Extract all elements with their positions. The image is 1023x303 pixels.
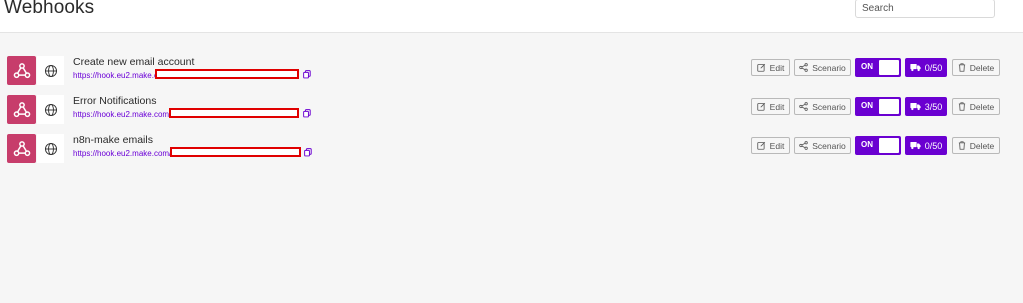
search-input[interactable] <box>855 0 995 18</box>
copy-icon[interactable] <box>303 70 311 79</box>
scenario-label: Scenario <box>812 62 846 73</box>
webhook-url[interactable]: https://hook.eu2.make.com/ <box>73 149 171 158</box>
webhook-row: Error Notifications https://hook.eu2.mak… <box>0 95 1023 125</box>
toggle-label: ON <box>861 101 873 110</box>
page-header: Webhooks <box>0 0 1023 33</box>
webhook-icon <box>7 134 36 163</box>
toggle-knob <box>879 60 899 75</box>
webhook-row: Create new email account https://hook.eu… <box>0 56 1023 86</box>
on-off-toggle[interactable]: ON <box>855 58 901 77</box>
operations-count: 0/50 <box>924 62 943 73</box>
toggle-knob <box>879 138 899 153</box>
trash-icon <box>958 102 965 111</box>
edit-button[interactable]: Edit <box>751 59 790 76</box>
copy-icon[interactable] <box>304 148 312 157</box>
copy-icon[interactable] <box>303 109 311 118</box>
webhook-row: n8n-make emails https://hook.eu2.make.co… <box>0 134 1023 164</box>
redaction-box <box>170 147 301 157</box>
delete-button[interactable]: Delete <box>952 137 1000 154</box>
share-icon <box>799 141 808 150</box>
edit-button[interactable]: Edit <box>751 98 790 115</box>
trash-icon <box>958 63 965 72</box>
operations-button[interactable]: 0/50 <box>905 58 947 77</box>
truck-icon <box>910 63 921 72</box>
webhook-name[interactable]: Create new email account <box>73 56 194 68</box>
webhook-icon <box>7 56 36 85</box>
delete-label: Delete <box>969 62 995 73</box>
edit-icon <box>757 102 765 111</box>
truck-icon <box>910 102 921 111</box>
delete-button[interactable]: Delete <box>952 98 1000 115</box>
scenario-label: Scenario <box>812 101 846 112</box>
edit-label: Edit <box>769 62 785 73</box>
trash-icon <box>958 141 965 150</box>
edit-label: Edit <box>769 140 785 151</box>
edit-button[interactable]: Edit <box>751 137 790 154</box>
toggle-label: ON <box>861 140 873 149</box>
webhook-name[interactable]: Error Notifications <box>73 95 156 107</box>
webhook-url[interactable]: https://hook.eu2.make.com/ <box>73 110 171 119</box>
delete-label: Delete <box>969 140 995 151</box>
globe-icon <box>37 56 64 85</box>
webhook-icon <box>7 95 36 124</box>
operations-button[interactable]: 0/50 <box>905 136 947 155</box>
on-off-toggle[interactable]: ON <box>855 97 901 116</box>
share-icon <box>799 102 808 111</box>
globe-icon <box>37 95 64 124</box>
on-off-toggle[interactable]: ON <box>855 136 901 155</box>
redaction-box <box>155 69 299 79</box>
delete-button[interactable]: Delete <box>952 59 1000 76</box>
scenario-button[interactable]: Scenario <box>794 59 851 76</box>
globe-icon <box>37 134 64 163</box>
toggle-knob <box>879 99 899 114</box>
page-title: Webhooks <box>4 0 95 18</box>
edit-icon <box>757 141 765 150</box>
scenario-button[interactable]: Scenario <box>794 98 851 115</box>
operations-count: 3/50 <box>924 101 943 112</box>
scenario-label: Scenario <box>812 140 846 151</box>
redaction-box <box>169 108 299 118</box>
edit-icon <box>757 63 765 72</box>
toggle-label: ON <box>861 62 873 71</box>
scenario-button[interactable]: Scenario <box>794 137 851 154</box>
operations-button[interactable]: 3/50 <box>905 97 947 116</box>
operations-count: 0/50 <box>924 140 943 151</box>
webhook-name[interactable]: n8n-make emails <box>73 134 153 146</box>
truck-icon <box>910 141 921 150</box>
edit-label: Edit <box>769 101 785 112</box>
delete-label: Delete <box>969 101 995 112</box>
webhook-url[interactable]: https://hook.eu2.make.c <box>73 71 158 80</box>
share-icon <box>799 63 808 72</box>
